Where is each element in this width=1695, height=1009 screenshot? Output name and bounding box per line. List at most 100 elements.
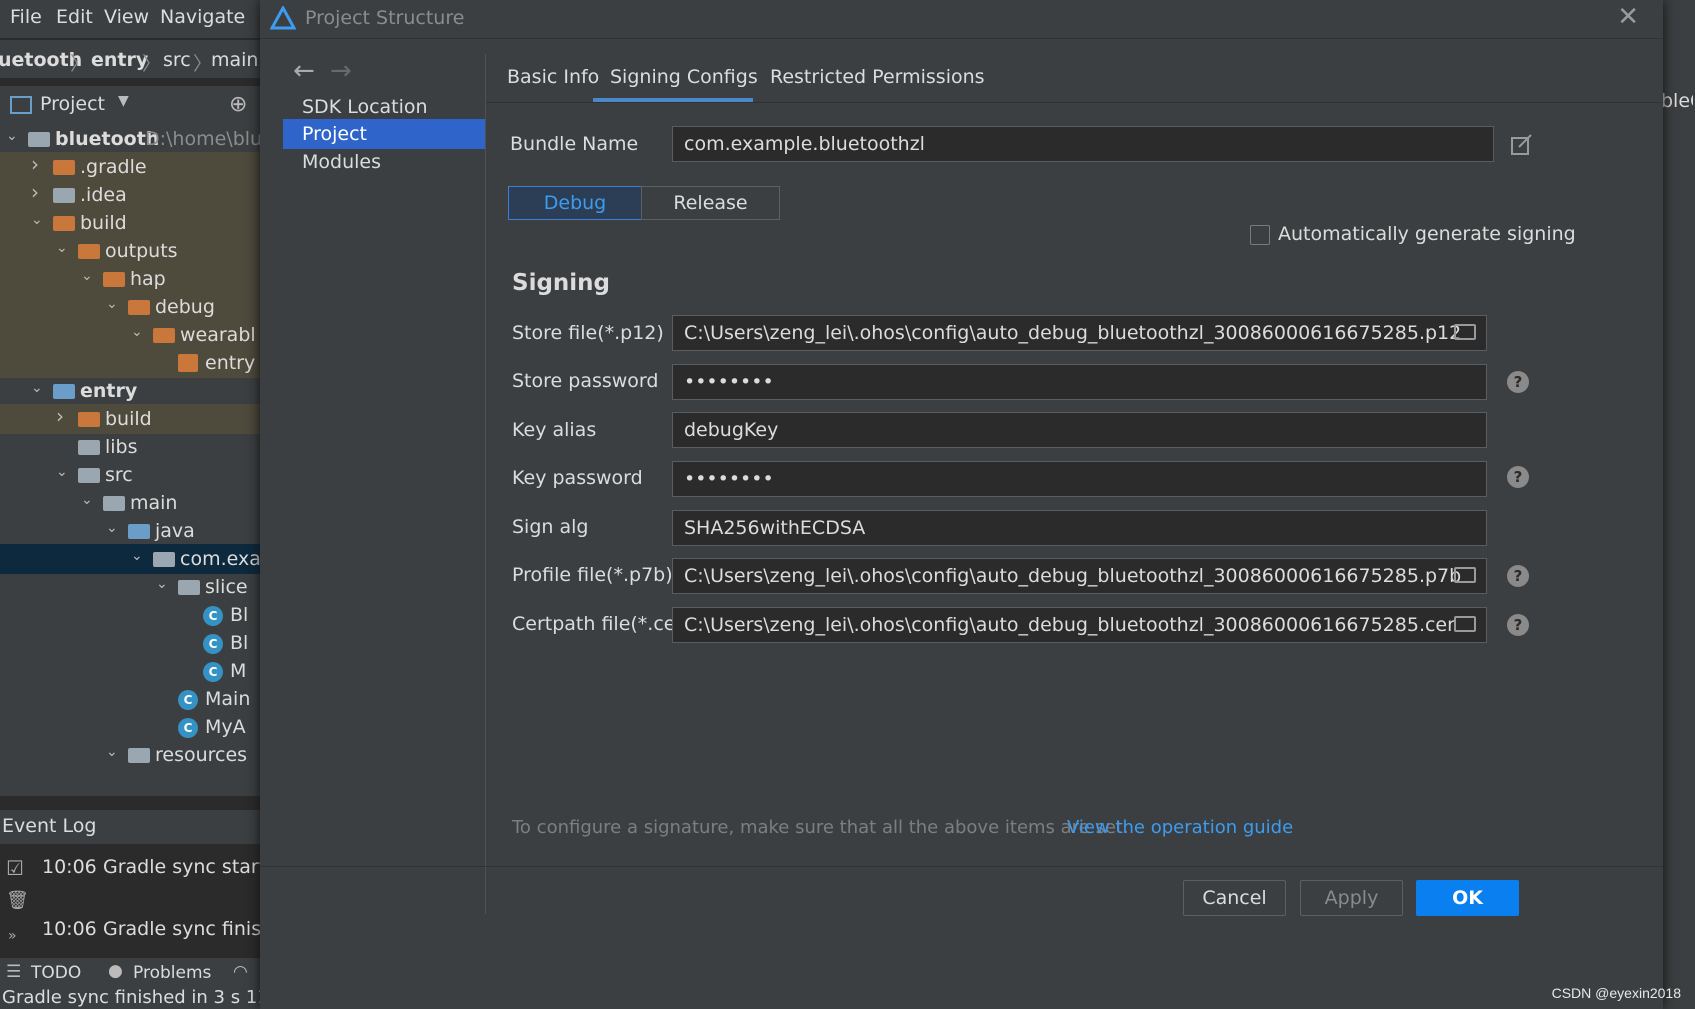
tree-row[interactable]: ⌄ wearabl (0, 320, 265, 350)
breadcrumb-separator: 〉 (142, 53, 162, 75)
breadcrumb-item[interactable]: main (211, 49, 258, 71)
chevron-down-icon[interactable]: ⌄ (56, 240, 68, 256)
tree-row[interactable]: › .idea (0, 180, 265, 210)
edit-icon[interactable] (1510, 133, 1534, 157)
back-arrow-icon[interactable]: ← (293, 56, 315, 86)
tree-row[interactable]: ⌄ java (0, 516, 265, 546)
chevron-down-icon[interactable]: ⌄ (131, 548, 143, 564)
trash-icon[interactable]: 🗑 (6, 890, 29, 911)
folder-icon[interactable] (1454, 616, 1476, 632)
tab-signing-configs[interactable]: Signing Configs (610, 66, 758, 88)
cancel-button[interactable]: Cancel (1183, 880, 1286, 916)
key-password-field[interactable]: •••••••• (672, 461, 1487, 497)
tree-item-label: Main (205, 688, 251, 710)
tree-row[interactable]: CM (0, 656, 265, 686)
tab-problems[interactable]: Problems (133, 963, 211, 983)
profiler-icon[interactable]: ◠ (233, 962, 248, 982)
auto-sign-checkbox[interactable] (1250, 225, 1270, 245)
menu-file[interactable]: File (10, 6, 42, 28)
chevron-right-icon[interactable]: › (56, 404, 64, 428)
release-mode-button[interactable]: Release (641, 186, 780, 220)
folder-icon (153, 328, 175, 343)
tree-row[interactable]: libs (0, 432, 265, 462)
tree-row[interactable]: › build (0, 404, 265, 434)
breadcrumb: uetooth 〉 entry 〉 src 〉 main (0, 40, 265, 79)
tree-row[interactable]: ⌄ outputs (0, 236, 265, 266)
store-password-field[interactable]: •••••••• (672, 364, 1487, 400)
chevron-down-icon[interactable]: ⌄ (156, 576, 168, 592)
tree-row[interactable]: ⌄ hap (0, 264, 265, 294)
tree-row[interactable]: ⌄ entry (0, 376, 265, 406)
event-log-title: Event Log (2, 815, 97, 837)
tree-row[interactable]: C Main (0, 684, 265, 714)
chevron-down-icon[interactable]: ⌄ (31, 212, 43, 228)
chevron-right-icon[interactable]: › (31, 152, 39, 176)
tree-row[interactable]: C MyA (0, 712, 265, 742)
bundle-name-field[interactable]: com.example.bluetoothzl (672, 126, 1494, 162)
tree-row[interactable]: ⌄ bluetooth D:\home\blu (0, 124, 265, 154)
store-file-field[interactable]: C:\Users\zeng_lei\.ohos\config\auto_debu… (672, 315, 1487, 351)
locate-icon[interactable]: ⊕ (229, 92, 247, 117)
project-view-selector[interactable]: Project (40, 93, 105, 115)
expand-icon[interactable]: » (8, 928, 17, 944)
editor-tab-fragment[interactable]: bleC (1661, 90, 1693, 112)
menu-view[interactable]: View (104, 6, 149, 28)
chevron-down-icon[interactable]: ⌄ (106, 520, 118, 536)
chevron-down-icon[interactable]: ⌄ (6, 128, 18, 144)
tree-item-label: wearabl (180, 324, 256, 346)
certpath-file-field[interactable]: C:\Users\zeng_lei\.ohos\config\auto_debu… (672, 607, 1487, 643)
help-icon[interactable]: ? (1507, 565, 1529, 587)
profile-file-value: C:\Users\zeng_lei\.ohos\config\auto_debu… (684, 565, 1462, 587)
tree-row[interactable]: › .gradle (0, 152, 265, 182)
tree-row[interactable]: ⌄ debug (0, 292, 265, 322)
chevron-down-icon[interactable]: ⌄ (31, 380, 43, 396)
debug-mode-button[interactable]: Debug (508, 186, 642, 220)
tree-row[interactable]: ⌄ main (0, 488, 265, 518)
folder-icon[interactable] (1454, 324, 1476, 340)
breadcrumb-item[interactable]: entry (91, 49, 148, 71)
nav-modules[interactable]: Modules (283, 147, 486, 177)
folder-icon[interactable] (1454, 567, 1476, 583)
chevron-down-icon[interactable]: ⌄ (81, 492, 93, 508)
tree-row[interactable]: ⌄ com.exa (0, 544, 265, 574)
chevron-down-icon[interactable]: ⌄ (81, 268, 93, 284)
operation-guide-link[interactable]: View the operation guide (1067, 817, 1293, 838)
tree-row[interactable]: C Bl (0, 628, 265, 658)
key-alias-field[interactable]: debugKey (672, 412, 1487, 448)
mark-read-icon[interactable]: ☑ (6, 856, 24, 880)
chevron-down-icon[interactable]: ⌄ (106, 296, 118, 312)
chevron-down-icon[interactable]: ⌄ (106, 744, 118, 760)
nav-sdk-location[interactable]: SDK Location (283, 92, 486, 122)
tree-row[interactable]: C Bl (0, 600, 265, 630)
ok-button[interactable]: OK (1416, 880, 1519, 916)
tab-basic-info[interactable]: Basic Info (507, 66, 599, 88)
tree-row[interactable]: ⌄ resources (0, 740, 265, 770)
forward-arrow-icon[interactable]: → (330, 56, 352, 86)
sign-alg-field[interactable]: SHA256withECDSA (672, 510, 1487, 546)
chevron-down-icon[interactable]: ▼ (118, 93, 129, 109)
breadcrumb-item[interactable]: src (163, 49, 191, 71)
folder-icon (128, 748, 150, 763)
tab-restricted-permissions[interactable]: Restricted Permissions (770, 66, 985, 88)
apply-button[interactable]: Apply (1300, 880, 1403, 916)
chevron-right-icon[interactable]: › (31, 180, 39, 204)
folder-icon (53, 216, 75, 231)
nav-project[interactable]: Project (283, 119, 486, 149)
tab-todo[interactable]: TODO (31, 963, 81, 983)
tree-item-label: java (155, 520, 195, 542)
tree-row[interactable]: ⌄ slice (0, 572, 265, 602)
tree-row[interactable]: ⌄ build (0, 208, 265, 238)
help-icon[interactable]: ? (1507, 371, 1529, 393)
menu-navigate[interactable]: Navigate (160, 6, 245, 28)
close-icon[interactable]: ✕ (1617, 2, 1639, 32)
tree-row[interactable]: entry (0, 348, 265, 378)
tree-row[interactable]: ⌄ src (0, 460, 265, 490)
help-icon[interactable]: ? (1507, 466, 1529, 488)
profile-file-field[interactable]: C:\Users\zeng_lei\.ohos\config\auto_debu… (672, 558, 1487, 594)
key-password-label: Key password (512, 467, 643, 489)
help-icon[interactable]: ? (1507, 614, 1529, 636)
chevron-down-icon[interactable]: ⌄ (131, 324, 143, 340)
chevron-down-icon[interactable]: ⌄ (56, 464, 68, 480)
tree-item-label: entry (80, 380, 138, 402)
menu-edit[interactable]: Edit (56, 6, 93, 28)
